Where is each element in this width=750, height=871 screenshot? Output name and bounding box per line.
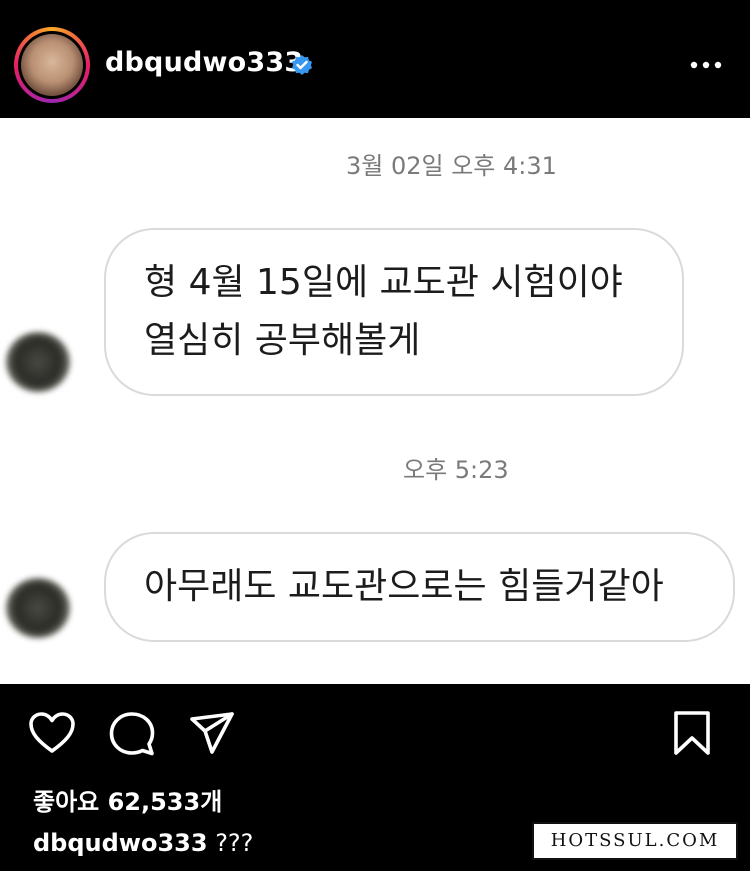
message-text-line: 열심히 공부해볼게 <box>144 320 421 361</box>
bookmark-icon[interactable] <box>670 710 714 756</box>
post-header: dbqudwo333 <box>0 0 750 118</box>
comment-icon[interactable] <box>108 711 156 757</box>
message-timestamp: 오후 5:23 <box>403 456 509 484</box>
post-caption: dbqudwo333 ??? <box>33 829 253 857</box>
avatar-inner <box>18 31 86 99</box>
heart-icon[interactable] <box>28 711 76 755</box>
verified-badge-icon <box>292 55 312 75</box>
message-bubble: 형 4월 15일에 교도관 시험이야 열심히 공부해볼게 <box>104 228 684 396</box>
more-options-icon[interactable] <box>688 55 724 75</box>
caption-text: ??? <box>207 829 254 857</box>
watermark-logo: HOTSSUL.COM <box>532 822 738 860</box>
message-text-line: 아무래도 교도관으로는 힘들거같아 <box>144 566 664 607</box>
message-text-line: 형 4월 15일에 교도관 시험이야 <box>144 262 623 303</box>
message-timestamp: 3월 02일 오후 4:31 <box>346 152 557 180</box>
post-image-chat-screenshot[interactable]: 3월 02일 오후 4:31 형 4월 15일에 교도관 시험이야 열심히 공부… <box>0 118 750 684</box>
sender-avatar <box>6 578 70 638</box>
caption-username[interactable]: dbqudwo333 <box>33 829 208 857</box>
profile-avatar[interactable] <box>14 27 90 103</box>
message-bubble: 아무래도 교도관으로는 힘들거같아 <box>104 532 735 642</box>
sender-avatar <box>6 332 70 392</box>
avatar-image <box>21 34 83 96</box>
post-username[interactable]: dbqudwo333 <box>105 47 303 78</box>
like-count[interactable]: 좋아요 62,533개 <box>33 782 222 817</box>
share-icon[interactable] <box>188 711 236 757</box>
